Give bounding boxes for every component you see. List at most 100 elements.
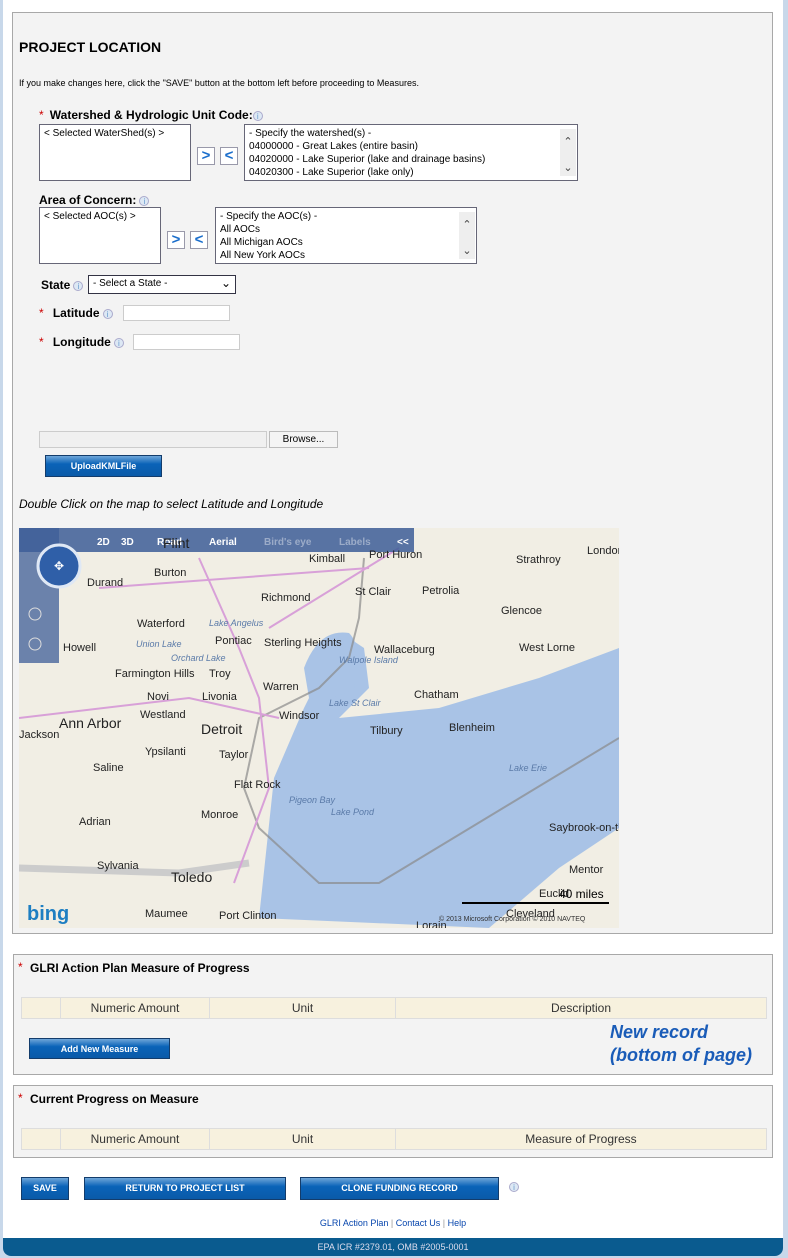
- option[interactable]: All Michigan AOCs: [220, 236, 472, 249]
- map-place-label: Chatham: [414, 689, 459, 701]
- map-place-label: Ypsilanti: [145, 746, 186, 758]
- column-header[interactable]: Unit: [210, 1129, 396, 1149]
- info-icon[interactable]: i: [73, 281, 84, 292]
- column-header[interactable]: Measure of Progress: [396, 1129, 766, 1149]
- map-place-label: West Lorne: [519, 642, 575, 654]
- add-aoc-button[interactable]: >: [167, 231, 185, 249]
- map-place-label: Pigeon Bay: [289, 795, 336, 805]
- map-place-label: Kimball: [309, 553, 345, 565]
- browse-button[interactable]: Browse...: [269, 431, 338, 448]
- bing-logo: bing: [27, 903, 69, 925]
- map-place-label: Mentor: [569, 864, 604, 876]
- map-place-label: Port Huron: [369, 549, 422, 561]
- option[interactable]: - Specify the watershed(s) -: [249, 127, 573, 140]
- selected-watershed-list[interactable]: < Selected WaterShed(s) >: [39, 124, 191, 181]
- map-place-label: Saline: [93, 762, 124, 774]
- map-mode-0[interactable]: 2D: [97, 537, 110, 548]
- map-place-label: Richmond: [261, 592, 311, 604]
- option[interactable]: All New York AOCs: [220, 249, 472, 262]
- column-header[interactable]: Unit: [210, 998, 396, 1018]
- save-note: If you make changes here, click the "SAV…: [19, 78, 419, 88]
- upload-kml-button[interactable]: UploadKMLFile: [45, 455, 162, 477]
- map-place-label: Union Lake: [136, 639, 182, 649]
- measure-table-header: Numeric Amount Unit Description: [21, 997, 767, 1019]
- project-location-panel: PROJECT LOCATION If you make changes her…: [12, 12, 773, 934]
- info-icon[interactable]: i: [509, 1182, 519, 1192]
- footer-bar: EPA ICR #2379.01, OMB #2005-0001: [3, 1238, 783, 1256]
- selected-aoc-list[interactable]: < Selected AOC(s) >: [39, 207, 161, 264]
- info-icon[interactable]: i: [252, 111, 263, 122]
- add-watershed-button[interactable]: >: [197, 147, 215, 165]
- map-place-label: Saybrook-on-the: [549, 822, 619, 834]
- option[interactable]: - Specify the AOC(s) -: [220, 210, 472, 223]
- clone-funding-record-button[interactable]: CLONE FUNDING RECORD: [300, 1177, 499, 1200]
- column-header: [22, 1129, 61, 1149]
- map-mode-6[interactable]: <<: [397, 537, 409, 548]
- longitude-input[interactable]: [133, 334, 240, 350]
- aoc-options-list[interactable]: - Specify the AOC(s) - All AOCs All Mich…: [215, 207, 477, 264]
- add-new-measure-button[interactable]: Add New Measure: [29, 1038, 170, 1059]
- map[interactable]: 2D 3D Road Aerial Bird's eye Labels << ✥ Port …: [19, 528, 619, 928]
- column-header[interactable]: Numeric Amount: [61, 1129, 210, 1149]
- scrollbar[interactable]: ⌃ ⌄: [459, 212, 475, 259]
- return-to-project-list-button[interactable]: RETURN TO PROJECT LIST: [84, 1177, 286, 1200]
- map-mode-4[interactable]: Bird's eye: [264, 537, 312, 548]
- map-place-label: Toledo: [171, 869, 212, 885]
- svg-text:✥: ✥: [54, 559, 64, 573]
- map-place-label: Lake Erie: [509, 763, 547, 773]
- info-icon[interactable]: i: [102, 309, 113, 320]
- map-place-label: Sylvania: [97, 860, 139, 872]
- option[interactable]: 04020000 - Lake Superior (lake and drain…: [249, 153, 573, 166]
- info-icon[interactable]: i: [113, 338, 124, 349]
- map-place-label: Ann Arbor: [59, 715, 122, 731]
- map-copyright: © 2013 Microsoft Corporation © 2010 NAVT…: [439, 915, 586, 923]
- measure-title: GLRI Action Plan Measure of Progress: [30, 961, 250, 975]
- map-place-label: Flint: [163, 535, 190, 551]
- map-place-label: Tilbury: [370, 725, 403, 737]
- map-hint: Double Click on the map to select Latitu…: [19, 497, 324, 511]
- remove-aoc-button[interactable]: <: [190, 231, 208, 249]
- placeholder: < Selected AOC(s) >: [44, 211, 136, 222]
- map-place-label: Durand: [87, 577, 123, 589]
- option[interactable]: All AOCs: [220, 223, 472, 236]
- map-place-label: Howell: [63, 642, 96, 654]
- scrollbar[interactable]: ⌃ ⌄: [560, 129, 576, 176]
- map-mode-5[interactable]: Labels: [339, 537, 371, 548]
- option[interactable]: 04000000 - Great Lakes (entire basin): [249, 140, 573, 153]
- kml-file-path[interactable]: [39, 431, 267, 448]
- save-button[interactable]: SAVE: [21, 1177, 69, 1200]
- map-place-label: Waterford: [137, 618, 185, 630]
- map-place-label: Windsor: [279, 710, 320, 722]
- latitude-input[interactable]: [123, 305, 230, 321]
- column-header[interactable]: Description: [396, 998, 766, 1018]
- progress-title: Current Progress on Measure: [30, 1092, 199, 1106]
- contact-us-link[interactable]: Contact Us: [396, 1218, 441, 1228]
- map-place-label: Blenheim: [449, 722, 495, 734]
- glri-action-plan-link[interactable]: GLRI Action Plan: [320, 1218, 389, 1228]
- state-select[interactable]: - Select a State - ⌄: [88, 275, 236, 294]
- map-mode-3[interactable]: Aerial: [209, 537, 237, 548]
- remove-watershed-button[interactable]: <: [220, 147, 238, 165]
- progress-table-header: Numeric Amount Unit Measure of Progress: [21, 1128, 767, 1150]
- map-place-label: Lake Angelus: [209, 618, 264, 628]
- required-marker: *: [39, 108, 44, 122]
- info-icon[interactable]: i: [139, 196, 150, 207]
- column-header[interactable]: Numeric Amount: [61, 998, 210, 1018]
- measure-panel: * GLRI Action Plan Measure of Progress N…: [13, 954, 773, 1075]
- page: PROJECT LOCATION If you make changes her…: [3, 0, 783, 1256]
- watershed-label: Watershed & Hydrologic Unit Code:: [49, 108, 253, 122]
- map-place-label: St Clair: [355, 586, 391, 598]
- map-place-label: Maumee: [145, 908, 188, 920]
- current-progress-panel: * Current Progress on Measure Numeric Am…: [13, 1085, 773, 1158]
- page-title: PROJECT LOCATION: [19, 39, 162, 55]
- map-place-label: Monroe: [201, 809, 238, 821]
- watershed-options-list[interactable]: - Specify the watershed(s) - 04000000 - …: [244, 124, 578, 181]
- map-place-label: Walpole Island: [339, 655, 399, 665]
- footer-links: GLRI Action Plan | Contact Us | Help: [319, 1218, 467, 1228]
- help-link[interactable]: Help: [448, 1218, 467, 1228]
- map-place-label: Lake St Clair: [329, 698, 382, 708]
- map-place-label: Glencoe: [501, 605, 542, 617]
- option[interactable]: 04020300 - Lake Superior (lake only): [249, 166, 573, 179]
- map-mode-1[interactable]: 3D: [121, 537, 134, 548]
- map-place-label: Jackson: [19, 729, 59, 741]
